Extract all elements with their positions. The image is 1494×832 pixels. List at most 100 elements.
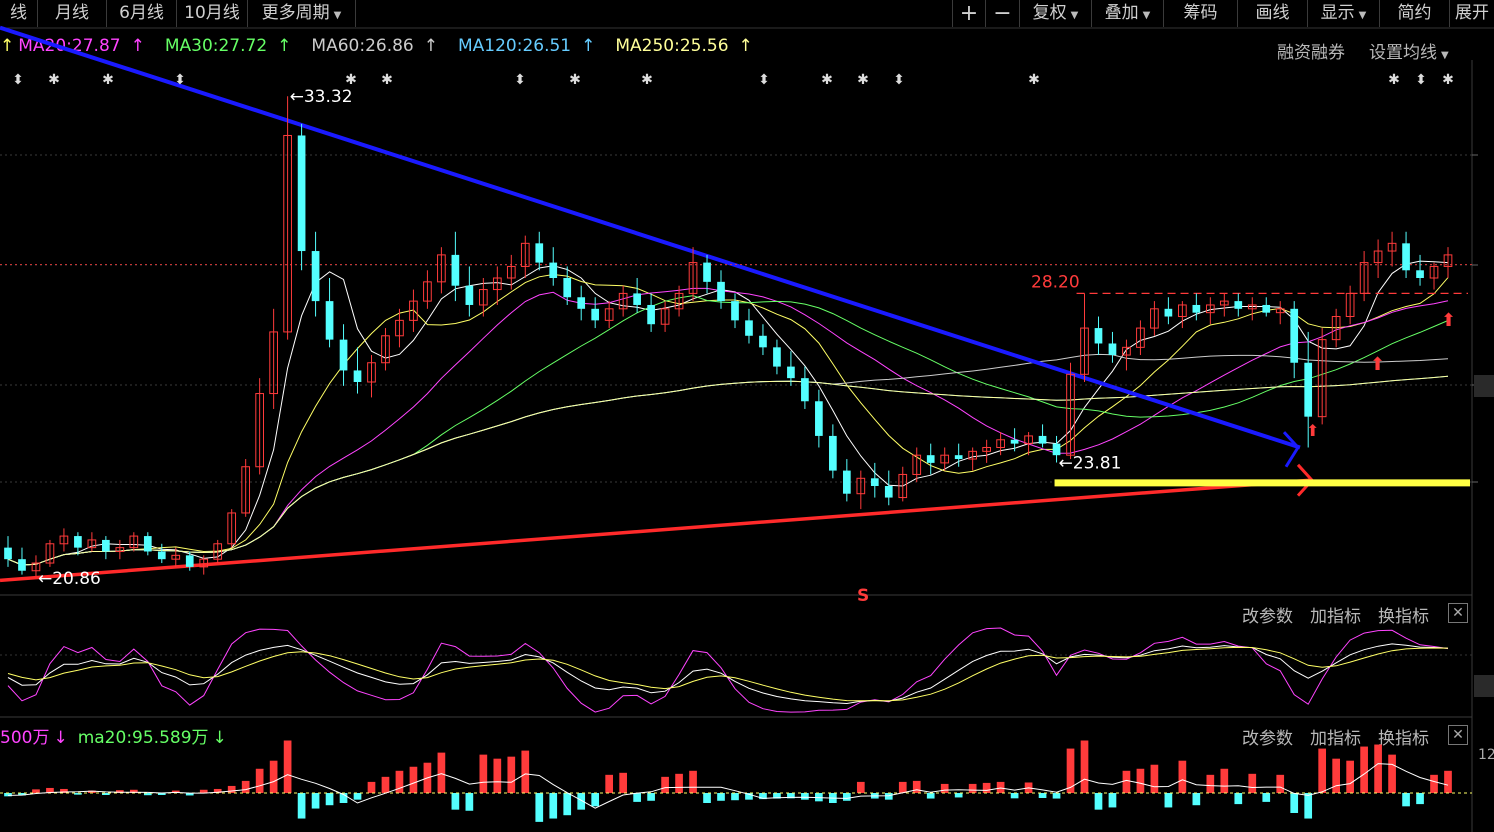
volume-bar-down bbox=[1304, 793, 1313, 819]
event-marker-icon: ✱ bbox=[641, 72, 653, 88]
volume-bar-up bbox=[605, 774, 614, 793]
downtrend-arrow-icon bbox=[1282, 431, 1300, 468]
candle-body-down bbox=[143, 536, 152, 552]
candle-body-down bbox=[102, 539, 110, 552]
candle-body-down bbox=[157, 551, 166, 560]
volume-bar-up bbox=[982, 782, 991, 793]
candle-body-down bbox=[647, 304, 655, 325]
volume-bar-down bbox=[1192, 793, 1201, 806]
candle-body-down bbox=[633, 293, 641, 305]
volume-bar-down bbox=[647, 793, 655, 801]
volume-bar-up bbox=[521, 750, 530, 793]
volume-bar-up bbox=[1122, 770, 1131, 793]
volume-bar-up bbox=[479, 754, 488, 793]
moving-averages bbox=[7, 260, 1449, 566]
volume-bar-down bbox=[1010, 793, 1019, 799]
volume-bar-down bbox=[842, 793, 851, 801]
candle-body-down bbox=[884, 486, 893, 498]
volume-bar-up bbox=[619, 772, 627, 793]
up-signal-arrow-icon: ⬆ bbox=[1370, 354, 1385, 375]
osc-k-line bbox=[7, 643, 1449, 705]
up-signal-arrow-icon: ⬆ bbox=[1306, 421, 1319, 440]
high-price-label: ←33.32 bbox=[290, 87, 353, 107]
candle-body-down bbox=[1192, 304, 1201, 313]
volume-bar-down bbox=[1094, 793, 1103, 810]
event-marker-icon: ✱ bbox=[1388, 72, 1400, 88]
volume-bar-down bbox=[926, 793, 935, 799]
volume-bar-down bbox=[801, 793, 809, 800]
volume-bar-up bbox=[437, 752, 446, 793]
candle-body-down bbox=[549, 262, 558, 278]
volume-bar-up bbox=[1276, 774, 1285, 793]
candle-body-down bbox=[185, 555, 194, 567]
candle-body-down bbox=[1038, 435, 1047, 444]
candle-body-down bbox=[297, 135, 306, 252]
volume-bar-down bbox=[1052, 793, 1061, 799]
event-marker-icon: ✱ bbox=[1028, 72, 1040, 88]
volume-bar-down bbox=[1416, 793, 1424, 805]
candle-body-down bbox=[1416, 270, 1424, 278]
candle-body-down bbox=[801, 378, 809, 402]
resistance-level-label: 28.20 bbox=[1031, 272, 1080, 292]
volume-bar-up bbox=[968, 783, 977, 793]
kline-chart[interactable]: ⬍ ✱ ✱ ⬍ ✱ ✱ ⬍ ✱ ✱ ⬍ ✱ ✱ ⬍ ✱ ✱ ⬍ ✱←33.32←20.8628.20←23.81… bbox=[0, 0, 1494, 832]
event-marker-icon: ✱ bbox=[345, 72, 357, 88]
candle-body-down bbox=[1290, 308, 1299, 363]
volume-bar-up bbox=[661, 776, 669, 793]
volume-bar-down bbox=[1038, 793, 1047, 798]
volume-bar-up bbox=[856, 781, 865, 793]
volume-bar-up bbox=[283, 740, 292, 793]
volume-bar-down bbox=[731, 793, 739, 801]
price-axis-marker bbox=[1474, 375, 1494, 397]
candle-body-down bbox=[842, 470, 851, 494]
volume-bar-up bbox=[1444, 770, 1452, 793]
candle-body-down bbox=[1010, 439, 1019, 444]
volume-bar-up bbox=[255, 768, 264, 793]
volume-bar-up bbox=[493, 758, 502, 793]
up-signal-arrow-icon: ⬆ bbox=[1441, 310, 1456, 331]
chart-grid bbox=[0, 27, 1494, 832]
candle-body-down bbox=[773, 347, 781, 367]
event-marker-icon: ⬍ bbox=[1415, 72, 1427, 88]
volume-bar-down bbox=[563, 793, 572, 816]
volume-bar-up bbox=[227, 785, 236, 793]
ma60-line bbox=[7, 353, 1449, 566]
volume-bar-up bbox=[1388, 754, 1396, 793]
candle-body-down bbox=[1164, 308, 1173, 317]
volume-bar-up bbox=[241, 780, 250, 793]
volume-bar-down bbox=[297, 793, 306, 819]
event-marker-icon: ✱ bbox=[48, 72, 60, 88]
volume-bar-down bbox=[549, 793, 558, 819]
volume-bar-down bbox=[311, 793, 320, 809]
candle-body-down bbox=[311, 251, 320, 302]
volume-bar-down bbox=[535, 793, 544, 822]
event-marker-icon: ✱ bbox=[102, 72, 114, 88]
event-marker-icon: ✱ bbox=[857, 72, 869, 88]
volume-bar-up bbox=[1150, 764, 1159, 793]
candle-body-down bbox=[535, 243, 544, 263]
candle-body-down bbox=[1094, 328, 1103, 344]
event-marker-icon: ✱ bbox=[381, 72, 393, 88]
volume-bar-down bbox=[954, 793, 963, 798]
volume-bar-down bbox=[451, 793, 460, 810]
ma5-line bbox=[7, 260, 1449, 566]
candle-body-down bbox=[451, 254, 460, 286]
event-marker-icon: ⬍ bbox=[758, 72, 770, 88]
candle-body-down bbox=[1262, 304, 1271, 313]
volume-bar-up bbox=[32, 789, 40, 793]
osc-axis-marker bbox=[1474, 675, 1494, 697]
candle-body-down bbox=[787, 366, 795, 379]
volume-bar-down bbox=[465, 793, 474, 811]
candle-body-down bbox=[4, 547, 12, 560]
candle-body-down bbox=[870, 478, 879, 486]
volume-bar-down bbox=[1290, 793, 1299, 813]
s-signal-marker: S bbox=[857, 586, 869, 606]
candle-body-down bbox=[1108, 343, 1117, 356]
volume-bar-up bbox=[1136, 768, 1145, 793]
candle-body-down bbox=[731, 301, 739, 321]
volume-bar-up bbox=[1080, 740, 1089, 793]
event-marker-icon: ⬍ bbox=[12, 72, 24, 88]
event-marker-icon: ✱ bbox=[569, 72, 581, 88]
volume-bar-down bbox=[633, 793, 641, 802]
candle-body-down bbox=[563, 278, 572, 298]
